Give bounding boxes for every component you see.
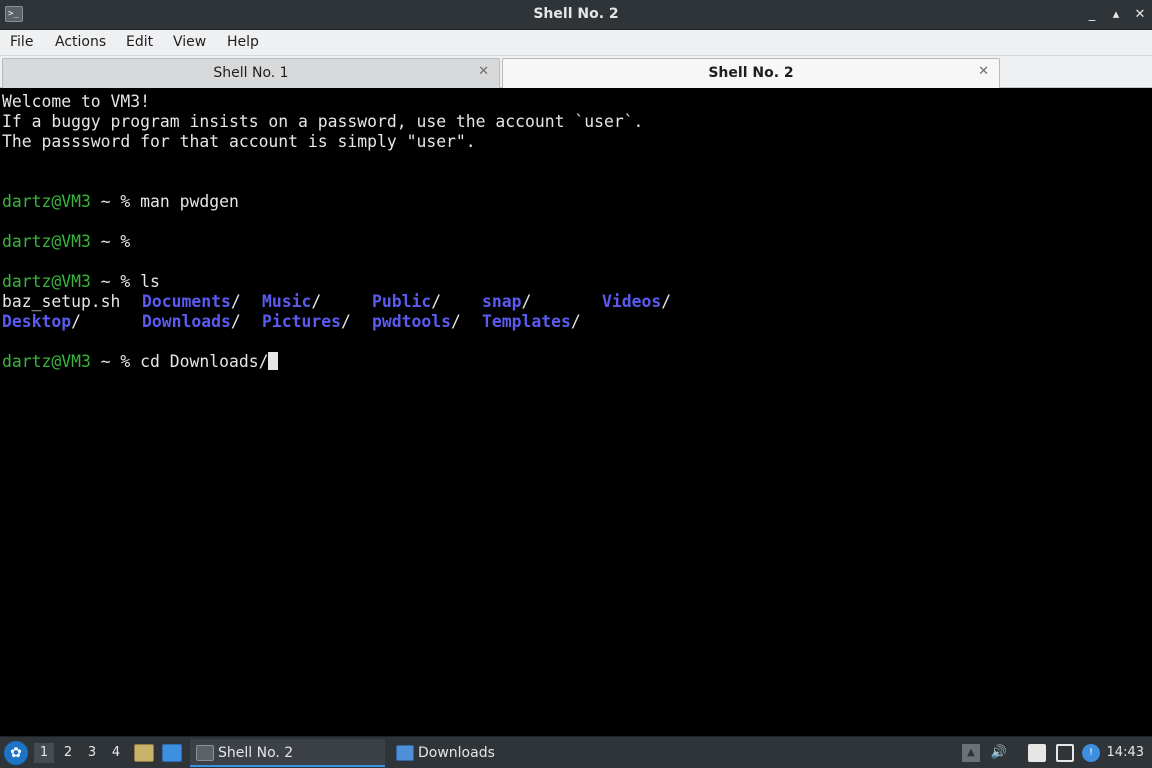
clipboard-icon[interactable] (1028, 744, 1046, 762)
ls-entry: Music/ (262, 292, 322, 311)
tab-label: Shell No. 2 (708, 65, 794, 81)
ls-entry: Downloads/ (142, 312, 241, 331)
file-manager-launcher-icon[interactable] (134, 744, 154, 762)
welcome-line: The passsword for that account is simply… (2, 132, 476, 151)
prompt-user: dartz@VM3 (2, 352, 91, 371)
show-desktop-icon[interactable] (162, 744, 182, 762)
ls-entry: Desktop/ (2, 312, 81, 331)
prompt-path: ~ % (90, 272, 141, 291)
workspace-2[interactable]: 2 (58, 743, 78, 763)
tab-label: Shell No. 1 (213, 65, 289, 81)
notification-icon[interactable]: ! (1082, 744, 1100, 762)
ls-output-row: baz_setup.sh (2, 292, 120, 312)
ls-entry: snap/ (482, 292, 532, 311)
menu-actions[interactable]: Actions (55, 34, 106, 50)
command-text: man pwdgen (140, 192, 239, 211)
ls-dir: Documents (142, 292, 231, 311)
network-icon[interactable] (1056, 744, 1074, 762)
prompt-line: dartz@VM3 ~ % man pwdgen (2, 192, 239, 212)
ls-dir: Music (262, 292, 312, 311)
workspace-3[interactable]: 3 (82, 743, 102, 763)
task-label: Shell No. 2 (218, 745, 294, 761)
prompt-path: ~ % (90, 352, 141, 371)
text-cursor (268, 352, 279, 370)
prompt-line: dartz@VM3 ~ % cd Downloads/ (2, 352, 279, 372)
terminal-icon (196, 745, 214, 761)
prompt-line: dartz@VM3 ~ % ls (2, 272, 160, 292)
window-title: Shell No. 2 (533, 6, 619, 22)
menu-file[interactable]: File (10, 34, 33, 50)
menu-edit[interactable]: Edit (126, 34, 153, 50)
prompt-user: dartz@VM3 (2, 192, 91, 211)
ls-entry: Documents/ (142, 292, 241, 311)
close-tab-icon[interactable]: ✕ (478, 64, 489, 79)
prompt-path: ~ % (90, 192, 141, 211)
volume-icon[interactable]: 🔊 (990, 744, 1008, 762)
command-text: ls (140, 272, 160, 291)
ls-entry: Public/ (372, 292, 442, 311)
task-shell-no-2[interactable]: Shell No. 2 (190, 739, 385, 767)
ls-dir: snap (482, 292, 522, 311)
clock[interactable]: 14:43 (1107, 745, 1144, 760)
ls-dir: Videos (602, 292, 662, 311)
ls-dir: Public (372, 292, 432, 311)
tab-shell-2[interactable]: Shell No. 2 ✕ (502, 58, 1000, 88)
ls-entry: pwdtools/ (372, 312, 461, 331)
prompt-user: dartz@VM3 (2, 232, 91, 251)
window-titlebar: >_ Shell No. 2 _ ▴ ✕ (0, 0, 1152, 30)
arrow-up-icon[interactable]: ▲ (962, 744, 980, 762)
ls-dir: Templates (482, 312, 571, 331)
ls-dir: pwdtools (372, 312, 451, 331)
ls-dir: Downloads (142, 312, 231, 331)
maximize-button[interactable]: ▴ (1106, 5, 1126, 25)
workspace-1[interactable]: 1 (34, 743, 54, 763)
folder-icon (396, 745, 414, 761)
prompt-user: dartz@VM3 (2, 272, 91, 291)
start-menu-icon[interactable]: ✿ (4, 741, 28, 765)
task-label: Downloads (418, 745, 495, 761)
workspace-4[interactable]: 4 (106, 743, 126, 763)
minimize-button[interactable]: _ (1082, 5, 1102, 25)
ls-file: baz_setup.sh (2, 292, 121, 311)
tab-bar: Shell No. 1 ✕ Shell No. 2 ✕ (0, 56, 1152, 88)
terminal-area[interactable]: Welcome to VM3! If a buggy program insis… (0, 90, 1152, 732)
welcome-line: If a buggy program insists on a password… (2, 112, 644, 131)
menu-help[interactable]: Help (227, 34, 259, 50)
task-downloads[interactable]: Downloads (390, 739, 585, 767)
ls-dir: Pictures (262, 312, 341, 331)
menu-view[interactable]: View (173, 34, 206, 50)
command-text: cd Downloads/ (140, 352, 269, 371)
menu-bar: File Actions Edit View Help (0, 30, 1152, 56)
close-tab-icon[interactable]: ✕ (978, 64, 989, 79)
tab-shell-1[interactable]: Shell No. 1 ✕ (2, 58, 500, 88)
taskbar: ✿ 1 2 3 4 Shell No. 2 Downloads ▲ 🔊 ! 14… (0, 736, 1152, 768)
ls-entry: Pictures/ (262, 312, 351, 331)
welcome-line: Welcome to VM3! (2, 92, 151, 111)
ls-dir: Desktop (2, 312, 72, 331)
prompt-line: dartz@VM3 ~ % (2, 232, 140, 252)
close-button[interactable]: ✕ (1130, 5, 1150, 25)
ls-entry: Templates/ (482, 312, 581, 331)
ls-entry: Videos/ (602, 292, 672, 311)
prompt-path: ~ % (90, 232, 141, 251)
